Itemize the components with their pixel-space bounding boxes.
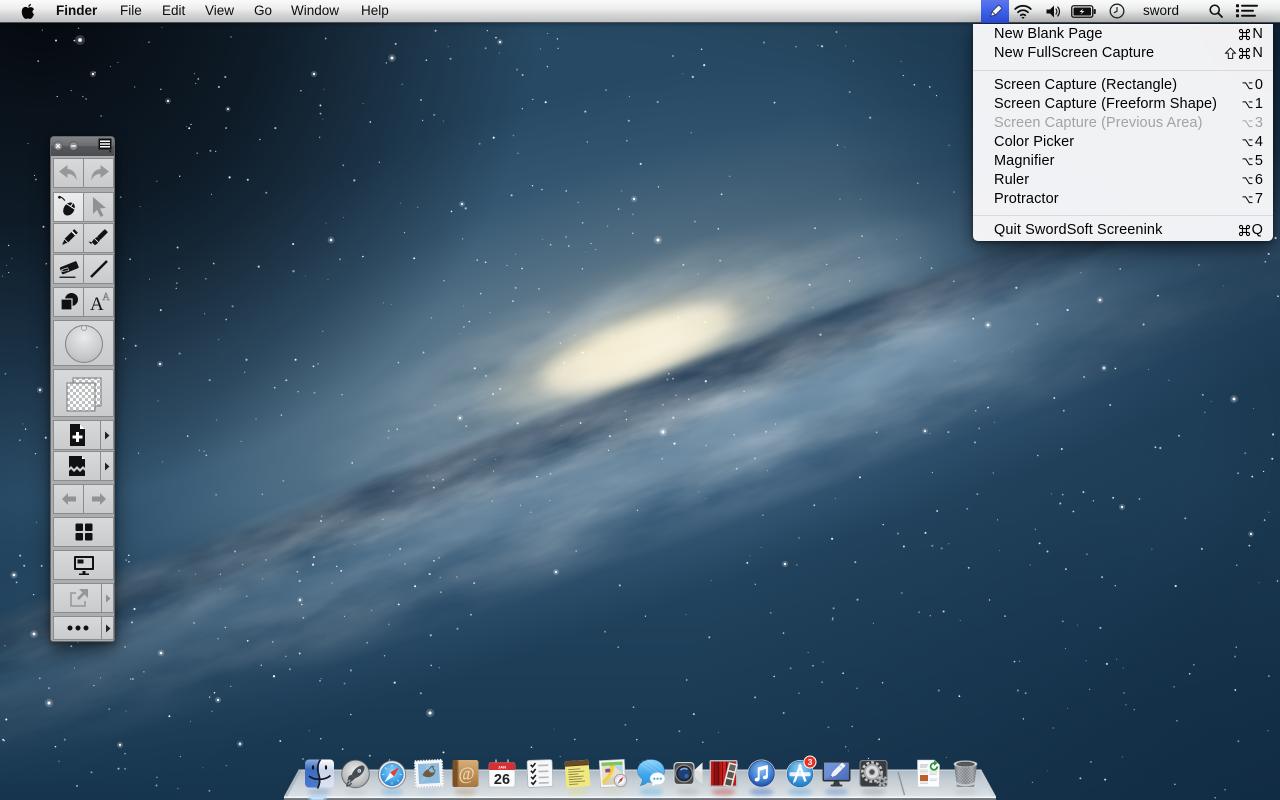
- svg-text:JAN: JAN: [498, 764, 506, 769]
- svg-text:3: 3: [808, 757, 813, 767]
- svg-text:@: @: [459, 764, 475, 784]
- svg-text:A: A: [102, 292, 110, 303]
- svg-text:A: A: [90, 294, 104, 315]
- svg-text:26: 26: [494, 772, 510, 788]
